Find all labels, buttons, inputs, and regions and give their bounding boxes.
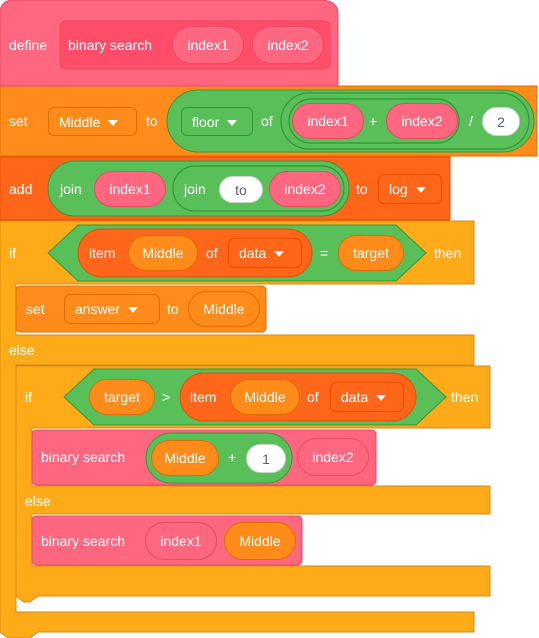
equals-label: = [320,245,329,261]
if-keyword: if [25,389,32,405]
plus-label: + [369,113,378,129]
param-index1[interactable]: index1 [172,26,244,64]
item-label: item [190,389,217,405]
variable-dropdown-label: answer [75,301,121,317]
reporter-index2[interactable]: index2 [297,438,369,476]
param-index2[interactable]: index2 [252,26,324,64]
reporter-middle[interactable]: Middle [128,235,198,271]
join-label-1: join [60,181,82,197]
join-text-input[interactable]: to [219,176,263,203]
list-dropdown-data[interactable]: data [330,382,404,412]
reporter-index2[interactable]: index2 [269,171,341,207]
reporter-target[interactable]: target [338,235,404,271]
of-label: of [261,113,273,129]
reporter-index1[interactable]: index1 [94,171,166,207]
set-keyword: set [26,301,45,317]
else-label: else [25,493,51,509]
variable-dropdown-label: Middle [59,113,101,130]
reporter-middle[interactable]: Middle [151,440,219,476]
list-dropdown-label: log [389,181,408,197]
number-input[interactable]: 1 [246,444,286,473]
chevron-down-icon [128,307,139,313]
variable-dropdown-middle[interactable]: Middle [48,107,137,136]
list-dropdown-label: data [341,389,369,405]
reporter-index1[interactable]: index1 [145,522,217,560]
add-keyword: add [9,181,33,197]
plus-label: + [228,449,237,465]
call-name: binary search [41,449,126,465]
of-label: of [307,389,319,405]
if-keyword: if [9,245,16,261]
set-keyword: set [9,113,28,129]
of-label: of [206,245,218,261]
to-label: to [167,301,179,317]
reporter-index2[interactable]: index2 [386,103,458,139]
reporter-middle[interactable]: Middle [188,291,260,327]
reporter-index1[interactable]: index1 [292,103,364,139]
divisor-input[interactable]: 2 [482,107,520,136]
then-label: then [434,245,462,261]
list-dropdown-label: data [239,245,267,261]
chevron-down-icon [415,187,426,193]
greater-label: > [162,389,171,405]
divide-label: / [469,113,473,129]
chevron-down-icon [227,119,238,126]
floor-dropdown-label: floor [192,113,220,130]
reporter-middle[interactable]: Middle [230,379,300,415]
else-label: else [9,342,35,358]
chevron-down-icon [274,251,285,257]
define-name: binary search [68,37,153,53]
floor-dropdown[interactable]: floor [181,107,253,136]
reporter-target[interactable]: target [89,379,155,415]
list-dropdown-log[interactable]: log [378,174,442,204]
then-label: then [451,389,479,405]
call-name: binary search [41,533,126,549]
chevron-down-icon [376,395,387,401]
item-label: item [89,245,116,261]
chevron-down-icon [108,119,119,126]
to-label: to [356,181,368,197]
reporter-middle[interactable]: Middle [224,522,296,560]
join-label-2: join [184,181,206,197]
to-label: to [146,113,158,129]
list-dropdown-data[interactable]: data [228,238,302,268]
define-keyword: define [9,37,48,53]
variable-dropdown-answer[interactable]: answer [64,294,160,324]
